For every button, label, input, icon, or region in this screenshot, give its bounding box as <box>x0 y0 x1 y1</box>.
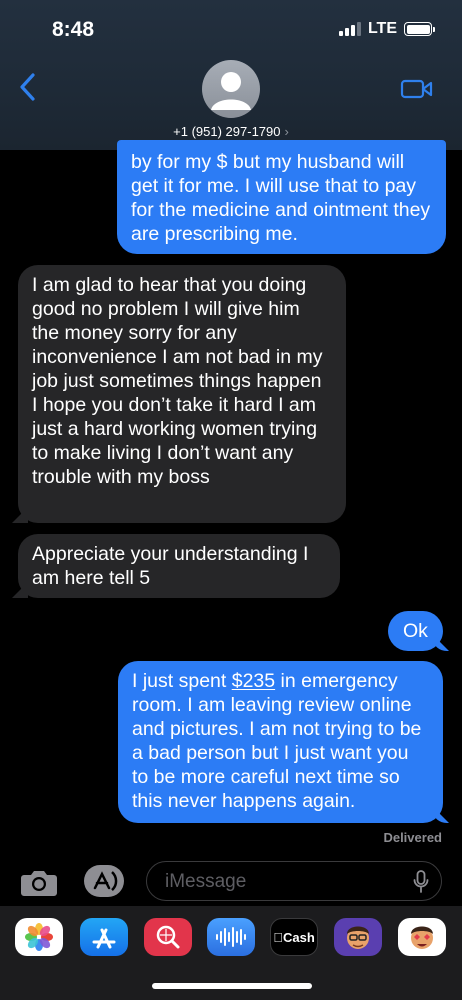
image-search-icon[interactable] <box>144 918 192 956</box>
input-placeholder: iMessage <box>165 871 247 892</box>
message-bubble-sent[interactable]: Ok <box>388 611 443 651</box>
contact-number: +1 (951) 297-1790 <box>173 124 281 139</box>
message-text-before: I just spent <box>132 670 232 692</box>
amount-link[interactable]: $235 <box>232 670 275 692</box>
back-chevron-icon[interactable] <box>16 72 40 102</box>
conversation-header: 8:48 LTE +1 (951) 297-1790 › <box>0 0 462 150</box>
memoji-stickers-icon[interactable] <box>398 918 446 956</box>
memoji-icon[interactable] <box>334 918 382 956</box>
imessage-input[interactable]: iMessage <box>146 861 442 901</box>
home-indicator[interactable] <box>152 983 312 989</box>
status-time: 8:48 <box>52 18 95 41</box>
message-text: Ok <box>403 620 428 642</box>
message-text: by for my $ but my husband will get it f… <box>131 151 431 245</box>
signal-icon <box>338 22 361 36</box>
chevron-right-icon: › <box>284 124 289 139</box>
photos-icon[interactable] <box>15 918 63 956</box>
audio-message-icon[interactable] <box>207 918 255 956</box>
message-bubble-sent[interactable]: I just spent $235 in emergency room. I a… <box>118 661 443 823</box>
apple-cash-icon[interactable]: Cash <box>270 918 318 956</box>
message-text: Appreciate your understanding I am here … <box>32 543 309 589</box>
delivered-status: Delivered <box>383 830 442 845</box>
microphone-icon[interactable] <box>413 870 429 894</box>
message-text: I am glad to hear that you doing good no… <box>32 274 323 488</box>
contact-name[interactable]: +1 (951) 297-1790 › <box>0 124 462 139</box>
camera-icon[interactable] <box>20 866 58 898</box>
message-bubble-received[interactable]: Appreciate your understanding I am here … <box>18 534 340 598</box>
contact-avatar[interactable] <box>202 60 260 118</box>
battery-icon <box>404 22 435 36</box>
apple-cash-label: Cash <box>278 929 315 945</box>
message-bubble-sent[interactable]: by for my $ but my husband will get it f… <box>117 140 446 254</box>
facetime-video-icon[interactable] <box>400 78 434 100</box>
app-store-icon[interactable] <box>80 918 128 956</box>
network-type: LTE <box>367 20 397 37</box>
app-store-button-icon[interactable] <box>82 864 126 898</box>
message-bubble-received[interactable]: I am glad to hear that you doing good no… <box>18 265 346 523</box>
status-indicators: LTE <box>338 20 435 38</box>
